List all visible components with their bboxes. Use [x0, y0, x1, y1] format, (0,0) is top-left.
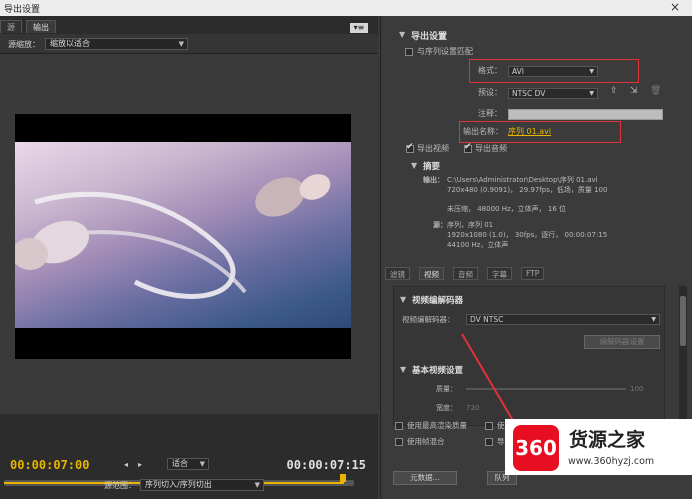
basic-video-collapse-icon[interactable]: ▼ [400, 365, 406, 375]
earphones-illustration [15, 174, 331, 299]
window-title: 导出设置 [4, 5, 41, 15]
summary-source-label: 源： [433, 221, 447, 229]
step-back-icon[interactable]: ◂ [124, 460, 128, 469]
fit-value: 适合 [172, 459, 188, 468]
video-preview-area [0, 54, 378, 414]
playhead-handle[interactable] [340, 474, 346, 482]
delete-preset-icon[interactable]: 🗑 [650, 86, 661, 96]
summary-source-line-3: 44100 Hz，立体声 [447, 241, 509, 249]
tab-captions[interactable]: 字幕 [487, 267, 512, 280]
summary-output-label: 输出： [423, 176, 444, 184]
step-forward-icon[interactable]: ▸ [138, 460, 142, 469]
timecode-current[interactable]: 00:00:07:00 [10, 458, 89, 472]
video-codec-header: 视频编解码器 [412, 296, 464, 306]
quality-value: 100 [630, 385, 644, 393]
panel-menu-icon[interactable]: ▾≡ [350, 23, 368, 33]
export-audio-label: 导出音频 [475, 144, 507, 153]
timecode-duration: 00:00:07:15 [286, 458, 366, 472]
chevron-down-icon: ▼ [651, 316, 656, 323]
chevron-down-icon: ▼ [254, 481, 260, 489]
codec-value: DV NTSC [470, 315, 504, 324]
summary-output-line-4: 未压缩， 48000 Hz，立体声， 16 位 [447, 205, 567, 213]
max-render-quality-checkbox[interactable] [395, 422, 403, 430]
watermark-name: 货源之家 [569, 429, 646, 451]
format-value: AVI [512, 67, 524, 76]
preview-image [15, 142, 351, 328]
save-preset-icon[interactable]: ⇪ [610, 86, 618, 96]
fit-dropdown[interactable]: 适合 ▼ [167, 458, 209, 470]
watermark-url: www.360hyzj.com [568, 456, 655, 467]
source-range-row: 源范围： 序列切入/序列切出 ▼ [0, 479, 378, 499]
preset-label: 预设： [478, 88, 502, 97]
settings-scrollbar[interactable] [679, 286, 687, 426]
import-preset-icon[interactable]: ⇲ [630, 86, 638, 96]
preset-dropdown[interactable]: NTSC DV ▼ [508, 88, 598, 99]
collapse-icon[interactable]: ▼ [399, 30, 405, 40]
settings-scroll-thumb[interactable] [680, 296, 686, 346]
match-sequence-checkbox[interactable] [405, 48, 413, 56]
preview-panel: 源 输出 ▾≡ 源缩放： 缩放以适合 ▼ 00:00:07:00 ◂ ▸ 适合 … [0, 16, 378, 499]
video-frame [15, 114, 351, 359]
source-range-value: 序列切入/序列切出 [145, 480, 212, 489]
tab-output[interactable]: 输出 [26, 20, 56, 33]
source-scaling-value: 缩放以适合 [50, 39, 90, 48]
frame-blending-label: 使用帧混合 [407, 437, 445, 446]
width-label: 宽度： [436, 404, 457, 412]
metadata-button[interactable]: 元数据... [393, 471, 457, 485]
settings-tabs: 滤镜 视频 音频 字幕 FTP [383, 267, 683, 280]
source-scaling-row: 源缩放： 缩放以适合 ▼ [0, 34, 378, 54]
summary-source-line-1: 序列，序列 01 [447, 221, 494, 229]
codec-settings-button[interactable]: 编解码器设置 [584, 335, 660, 349]
output-name-label: 输出名称： [463, 127, 503, 136]
export-video-checkbox[interactable] [406, 142, 414, 153]
chevron-down-icon: ▼ [178, 40, 184, 48]
quality-label: 质量： [436, 385, 457, 393]
source-scaling-dropdown[interactable]: 缩放以适合 ▼ [45, 38, 188, 50]
summary-header: 摘要 [423, 162, 441, 172]
export-settings-header: 导出设置 [411, 32, 448, 42]
tab-filters[interactable]: 滤镜 [385, 267, 410, 280]
comment-label: 注释： [478, 109, 502, 118]
preset-value: NTSC DV [512, 89, 546, 98]
codec-label: 视频编解码器： [402, 315, 455, 324]
frame-blending-checkbox[interactable] [395, 438, 403, 446]
watermark-logo: 360 [513, 425, 559, 471]
source-range-dropdown[interactable]: 序列切入/序列切出 ▼ [140, 479, 264, 491]
summary-output-line-2: 720x480 (0.9091)， 29.97fps，低场，质量 100 [447, 186, 608, 194]
source-range-label: 源范围： [104, 481, 136, 490]
comment-input[interactable] [508, 109, 663, 120]
title-bar: 导出设置 × [0, 0, 692, 16]
chevron-down-icon: ▼ [589, 90, 594, 97]
summary-collapse-icon[interactable]: ▼ [411, 161, 417, 171]
preview-tabs: 源 输出 ▾≡ [0, 20, 378, 33]
max-render-quality-label: 使用最高渲染质量 [407, 421, 467, 430]
watermark: 360 货源之家 www.360hyzj.com [505, 419, 692, 475]
tab-source[interactable]: 源 [0, 20, 22, 33]
basic-video-header: 基本视频设置 [412, 366, 464, 376]
tab-ftp[interactable]: FTP [521, 267, 545, 280]
chevron-down-icon: ▼ [199, 460, 205, 468]
tab-video[interactable]: 视频 [419, 267, 444, 280]
format-dropdown[interactable]: AVI ▼ [508, 66, 598, 77]
summary-output-line-1: C:\Users\Administrator\Desktop\序列 01.avi [447, 176, 598, 184]
match-sequence-label: 与序列设置匹配 [417, 47, 473, 56]
source-scaling-label: 源缩放： [8, 40, 40, 49]
codec-collapse-icon[interactable]: ▼ [400, 295, 406, 305]
codec-dropdown[interactable]: DV NTSC ▼ [466, 314, 660, 325]
format-label: 格式： [478, 66, 502, 75]
export-audio-checkbox[interactable] [464, 142, 472, 153]
output-name-link[interactable]: 序列 01.avi [508, 127, 551, 137]
chevron-down-icon: ▼ [589, 68, 594, 75]
tab-audio[interactable]: 音频 [453, 267, 478, 280]
summary-source-line-2: 1920x1080 (1.0)， 30fps，逐行， 00:00:07:15 [447, 231, 608, 239]
close-icon[interactable]: × [670, 0, 680, 14]
export-video-label: 导出视频 [417, 144, 449, 153]
